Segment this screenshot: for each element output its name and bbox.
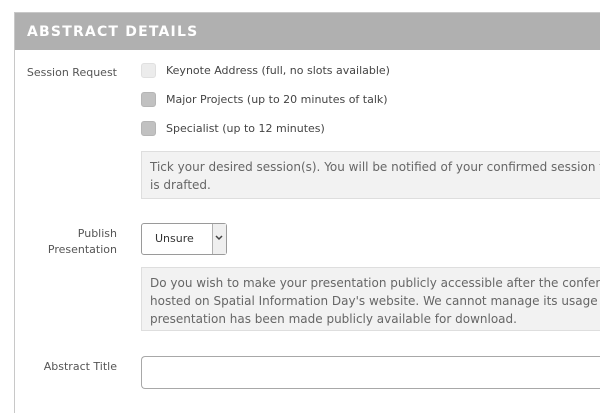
publish-presentation-select[interactable]: Unsure (141, 223, 227, 255)
publish-help-line-2: hosted on Spatial Information Day's webs… (150, 294, 600, 308)
abstract-title-input[interactable] (141, 356, 600, 389)
session-help-line-1: Tick your desired session(s). You will b… (150, 160, 600, 174)
publish-presentation-label-line-1: Publish (77, 227, 117, 240)
publish-help-line-3: presentation has been made publicly avai… (150, 312, 517, 326)
select-dropdown-button[interactable] (212, 224, 226, 254)
publish-help-text: Do you wish to make your presentation pu… (141, 267, 600, 331)
abstract-details-panel: ABSTRACT DETAILS Session Request Keynote… (14, 12, 600, 413)
keynote-address-checkbox (141, 63, 156, 78)
keynote-address-option-label: Keynote Address (full, no slots availabl… (166, 64, 390, 77)
specialist-option-label[interactable]: Specialist (up to 12 minutes) (166, 121, 325, 136)
specialist-checkbox[interactable] (141, 121, 156, 136)
publish-help-line-1: Do you wish to make your presentation pu… (150, 276, 600, 290)
abstract-title-label: Abstract Title (43, 360, 117, 373)
session-request-label: Session Request (26, 66, 117, 79)
major-projects-option-label[interactable]: Major Projects (up to 20 minutes of talk… (166, 92, 388, 107)
panel-title: ABSTRACT DETAILS (27, 24, 199, 40)
publish-presentation-label-line-2: Presentation (47, 243, 117, 256)
chevron-down-icon (215, 235, 223, 241)
publish-select-value: Unsure (155, 232, 194, 245)
panel-header: ABSTRACT DETAILS (15, 13, 600, 50)
session-help-text: Tick your desired session(s). You will b… (141, 151, 600, 199)
session-help-line-2: is drafted. (150, 178, 211, 192)
major-projects-checkbox[interactable] (141, 92, 156, 107)
